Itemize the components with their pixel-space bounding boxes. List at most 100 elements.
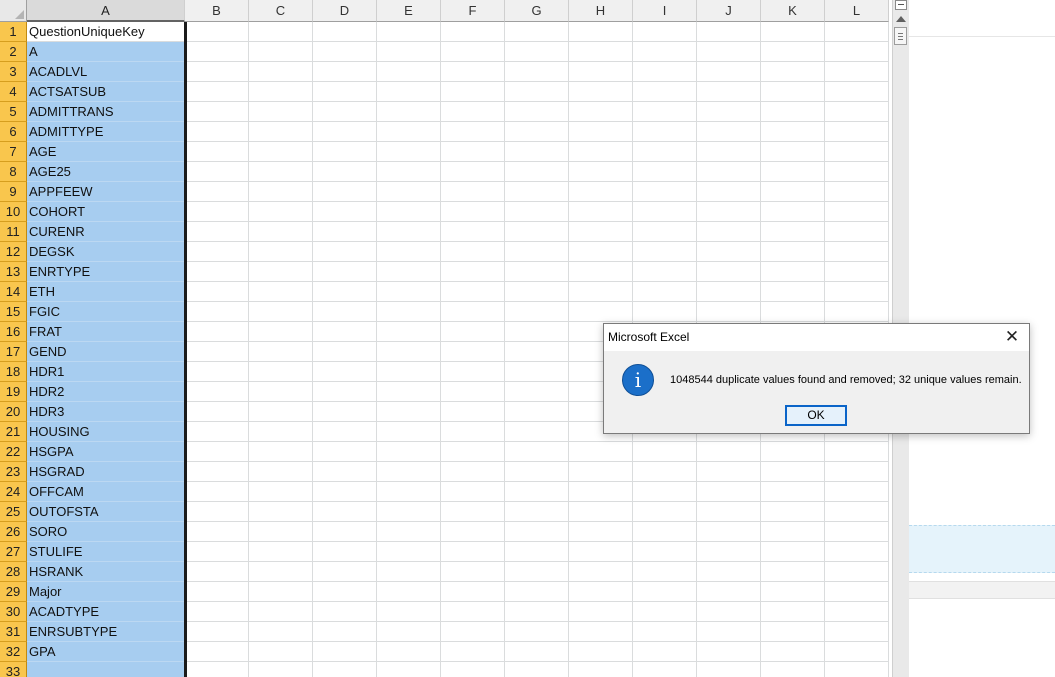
- cell[interactable]: [185, 302, 249, 322]
- cell[interactable]: [313, 182, 377, 202]
- cell[interactable]: [505, 482, 569, 502]
- cell[interactable]: [505, 542, 569, 562]
- cell[interactable]: [761, 202, 825, 222]
- cell[interactable]: [569, 642, 633, 662]
- cell[interactable]: [249, 42, 313, 62]
- cell[interactable]: [249, 202, 313, 222]
- cell[interactable]: [313, 322, 377, 342]
- row-header[interactable]: 15: [0, 302, 27, 322]
- cell[interactable]: [249, 662, 313, 677]
- cell-a[interactable]: HOUSING: [27, 422, 185, 442]
- row-header[interactable]: 20: [0, 402, 27, 422]
- row-header[interactable]: 29: [0, 582, 27, 602]
- cell[interactable]: [249, 362, 313, 382]
- cell[interactable]: [825, 62, 889, 82]
- cell[interactable]: [185, 102, 249, 122]
- cell[interactable]: [825, 142, 889, 162]
- cell[interactable]: [569, 542, 633, 562]
- cell[interactable]: [377, 222, 441, 242]
- cell[interactable]: [377, 542, 441, 562]
- cell[interactable]: [569, 582, 633, 602]
- cell[interactable]: [313, 222, 377, 242]
- cell[interactable]: [633, 82, 697, 102]
- cell[interactable]: [825, 662, 889, 677]
- cell[interactable]: [633, 642, 697, 662]
- cell[interactable]: [569, 162, 633, 182]
- cell[interactable]: [697, 662, 761, 677]
- scroll-up-arrow-icon[interactable]: [896, 16, 906, 22]
- cell[interactable]: [761, 82, 825, 102]
- cell[interactable]: [505, 122, 569, 142]
- cell[interactable]: [761, 302, 825, 322]
- cell-a[interactable]: ENRSUBTYPE: [27, 622, 185, 642]
- cell-a[interactable]: ACADTYPE: [27, 602, 185, 622]
- cell[interactable]: [697, 562, 761, 582]
- cell[interactable]: [185, 622, 249, 642]
- cell-a[interactable]: ADMITTYPE: [27, 122, 185, 142]
- row-header[interactable]: 4: [0, 82, 27, 102]
- row-header[interactable]: 16: [0, 322, 27, 342]
- cell[interactable]: [633, 622, 697, 642]
- cell[interactable]: [697, 142, 761, 162]
- cell[interactable]: [505, 342, 569, 362]
- cell[interactable]: [569, 602, 633, 622]
- cell[interactable]: [825, 102, 889, 122]
- cell[interactable]: [313, 642, 377, 662]
- cell[interactable]: [633, 462, 697, 482]
- cell[interactable]: [761, 642, 825, 662]
- cell[interactable]: [249, 562, 313, 582]
- cell[interactable]: [441, 302, 505, 322]
- cell[interactable]: [569, 242, 633, 262]
- cell[interactable]: [441, 282, 505, 302]
- cell[interactable]: [761, 62, 825, 82]
- cell[interactable]: [377, 602, 441, 622]
- cell[interactable]: [441, 342, 505, 362]
- cell[interactable]: [313, 302, 377, 322]
- row-header[interactable]: 23: [0, 462, 27, 482]
- cell[interactable]: [377, 582, 441, 602]
- cell[interactable]: [377, 202, 441, 222]
- cell[interactable]: [377, 162, 441, 182]
- cell[interactable]: [313, 162, 377, 182]
- cell[interactable]: [569, 62, 633, 82]
- row-header[interactable]: 10: [0, 202, 27, 222]
- cell[interactable]: [505, 562, 569, 582]
- cell[interactable]: [825, 642, 889, 662]
- cell-a[interactable]: FRAT: [27, 322, 185, 342]
- cell[interactable]: [825, 602, 889, 622]
- cell[interactable]: [249, 22, 313, 42]
- cell[interactable]: [761, 222, 825, 242]
- cell[interactable]: [761, 262, 825, 282]
- cell[interactable]: [569, 82, 633, 102]
- cell[interactable]: [249, 222, 313, 242]
- cell[interactable]: [185, 662, 249, 677]
- cell[interactable]: [697, 42, 761, 62]
- cell[interactable]: [761, 142, 825, 162]
- cell[interactable]: [185, 502, 249, 522]
- cell[interactable]: [825, 582, 889, 602]
- cell[interactable]: [761, 582, 825, 602]
- cell[interactable]: [825, 542, 889, 562]
- column-header-e[interactable]: E: [377, 0, 441, 22]
- cell[interactable]: [441, 22, 505, 42]
- cell[interactable]: [249, 622, 313, 642]
- cell-a[interactable]: ETH: [27, 282, 185, 302]
- cell-a[interactable]: A: [27, 42, 185, 62]
- cell[interactable]: [505, 282, 569, 302]
- cell-a[interactable]: HDR2: [27, 382, 185, 402]
- split-box-icon[interactable]: [895, 0, 907, 10]
- cell[interactable]: [505, 522, 569, 542]
- cell[interactable]: [441, 322, 505, 342]
- cell[interactable]: [569, 102, 633, 122]
- column-header-g[interactable]: G: [505, 0, 569, 22]
- row-header[interactable]: 5: [0, 102, 27, 122]
- cell-a[interactable]: HDR1: [27, 362, 185, 382]
- cell[interactable]: [633, 102, 697, 122]
- cell[interactable]: [377, 362, 441, 382]
- cell[interactable]: [761, 122, 825, 142]
- cell[interactable]: [569, 302, 633, 322]
- cell[interactable]: [185, 342, 249, 362]
- cell[interactable]: [377, 282, 441, 302]
- cell[interactable]: [569, 262, 633, 282]
- cell[interactable]: [313, 382, 377, 402]
